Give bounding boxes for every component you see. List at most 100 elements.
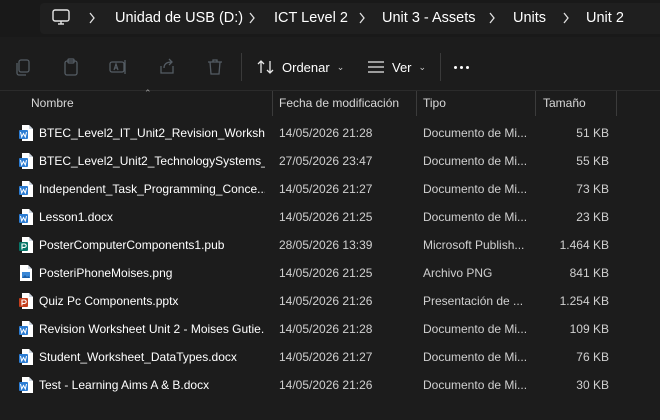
file-date-modified: 14/05/2026 21:26 [279,294,373,308]
word-icon [19,153,33,169]
file-date-modified: 14/05/2026 21:28 [279,322,373,336]
file-name: Test - Learning Aims A & B.docx [39,378,210,392]
file-name: Lesson1.docx [39,210,114,224]
file-date-modified: 14/05/2026 21:27 [279,350,373,364]
command-bar: Ordenar ⌄ Ver ⌄ [0,43,660,91]
file-row[interactable]: Student_Worksheet_DataTypes.docx 14/05/20… [0,343,660,371]
column-header-size[interactable]: Tamaño [543,96,586,110]
file-date-modified: 14/05/2026 21:27 [279,182,373,196]
word-icon [19,209,33,225]
file-date-modified: 28/05/2026 13:39 [279,238,373,252]
word-icon [19,349,33,365]
sort-ascending-icon: ⌃ [144,88,152,98]
file-date-modified: 14/05/2026 21:26 [279,378,373,392]
chevron-right-icon[interactable] [488,12,496,24]
share-icon[interactable] [157,57,177,77]
column-divider[interactable] [535,91,536,116]
file-name: Revision Worksheet Unit 2 - Moises Gutie… [39,322,265,336]
view-button[interactable]: Ver ⌄ [367,53,426,81]
file-row[interactable]: BTEC_Level2_Unit2_TechnologySystems_... 2… [0,147,660,175]
view-list-icon [368,61,384,73]
chevron-right-icon[interactable] [88,12,96,24]
delete-icon[interactable] [205,57,225,77]
file-size: 73 KB [576,182,609,196]
file-type: Documento de Mi... [423,126,528,140]
computer-icon[interactable] [52,9,70,25]
toolbar-divider [241,53,242,81]
column-header-name[interactable]: Nombre [31,96,74,110]
sort-icon [257,60,274,74]
column-divider[interactable] [616,91,617,116]
file-name: Quiz Pc Components.pptx [39,294,179,308]
file-date-modified: 14/05/2026 21:25 [279,266,373,280]
column-header-type[interactable]: Tipo [423,96,446,110]
file-row[interactable]: BTEC_Level2_IT_Unit2_Revision_Workshe...… [0,119,660,147]
view-label: Ver [392,59,412,75]
file-type: Documento de Mi... [423,182,528,196]
column-header-date[interactable]: Fecha de modificación [279,96,399,110]
column-divider[interactable] [416,91,417,116]
file-type: Microsoft Publish... [423,238,525,252]
sort-label: Ordenar [282,59,330,75]
breadcrumb-item-usb-drive[interactable]: Unidad de USB (D:) [115,10,243,26]
toolbar-divider [440,53,441,81]
breadcrumb-item-unit-3-assets[interactable]: Unit 3 - Assets [382,10,475,26]
image-icon [19,265,33,281]
file-type: Archivo PNG [423,266,493,280]
file-size: 76 KB [576,350,609,364]
file-name: PosterComputerComponents1.pub [39,238,225,252]
file-size: 30 KB [576,378,609,392]
powerpoint-icon [19,293,33,309]
file-size: 51 KB [576,126,609,140]
file-type: Documento de Mi... [423,322,528,336]
file-size: 1.464 KB [559,238,609,252]
address-bar[interactable]: Unidad de USB (D:) ICT Level 2 Unit 3 - … [0,0,660,37]
file-date-modified: 14/05/2026 21:28 [279,126,373,140]
chevron-down-icon: ⌄ [336,61,345,72]
file-size: 1.254 KB [559,294,609,308]
paste-icon[interactable] [61,57,81,77]
file-size: 55 KB [576,154,609,168]
file-list: BTEC_Level2_IT_Unit2_Revision_Workshe...… [0,119,660,399]
file-name: Student_Worksheet_DataTypes.docx [39,350,237,364]
file-type: Presentación de ... [423,294,524,308]
file-row[interactable]: Revision Worksheet Unit 2 - Moises Gutie… [0,315,660,343]
file-name: BTEC_Level2_Unit2_TechnologySystems_... [39,154,265,168]
word-icon [19,181,33,197]
rename-icon[interactable] [108,57,128,77]
file-name: PosteriPhoneMoises.png [39,266,173,280]
column-divider[interactable] [272,91,273,116]
file-name: BTEC_Level2_IT_Unit2_Revision_Workshe... [39,126,265,140]
file-row[interactable]: Quiz Pc Components.pptx 14/05/2026 21:26 P… [0,287,660,315]
file-row[interactable]: PosterComputerComponents1.pub 28/05/2026 … [0,231,660,259]
chevron-right-icon[interactable] [248,12,256,24]
word-icon [19,321,33,337]
file-type: Documento de Mi... [423,378,528,392]
file-type: Documento de Mi... [423,350,528,364]
sort-button[interactable]: Ordenar ⌄ [257,53,344,81]
word-icon [19,125,33,141]
more-options-button[interactable] [454,60,474,74]
file-row[interactable]: Independent_Task_Programming_Conce... 14/… [0,175,660,203]
file-type: Documento de Mi... [423,154,528,168]
file-row[interactable]: Test - Learning Aims A & B.docx 14/05/202… [0,371,660,399]
breadcrumb-item-units[interactable]: Units [513,10,546,26]
word-icon [19,377,33,393]
file-date-modified: 14/05/2026 21:25 [279,210,373,224]
breadcrumb-item-ict-level-2[interactable]: ICT Level 2 [274,10,348,26]
column-header: ⌃ Nombre Fecha de modificación Tipo Tama… [0,88,660,116]
file-size: 23 KB [576,210,609,224]
file-row[interactable]: Lesson1.docx 14/05/2026 21:25 Documento de… [0,203,660,231]
file-size: 109 KB [569,322,609,336]
file-name: Independent_Task_Programming_Conce... [39,182,265,196]
file-size: 841 KB [569,266,609,280]
chevron-right-icon[interactable] [358,12,366,24]
breadcrumb-item-unit-2[interactable]: Unit 2 [586,10,624,26]
file-row[interactable]: PosteriPhoneMoises.png 14/05/2026 21:25 Ar… [0,259,660,287]
copy-icon[interactable] [13,57,33,77]
file-date-modified: 27/05/2026 23:47 [279,154,373,168]
file-type: Documento de Mi... [423,210,528,224]
publisher-icon [19,237,33,253]
chevron-right-icon[interactable] [562,12,570,24]
chevron-down-icon: ⌄ [418,61,427,72]
